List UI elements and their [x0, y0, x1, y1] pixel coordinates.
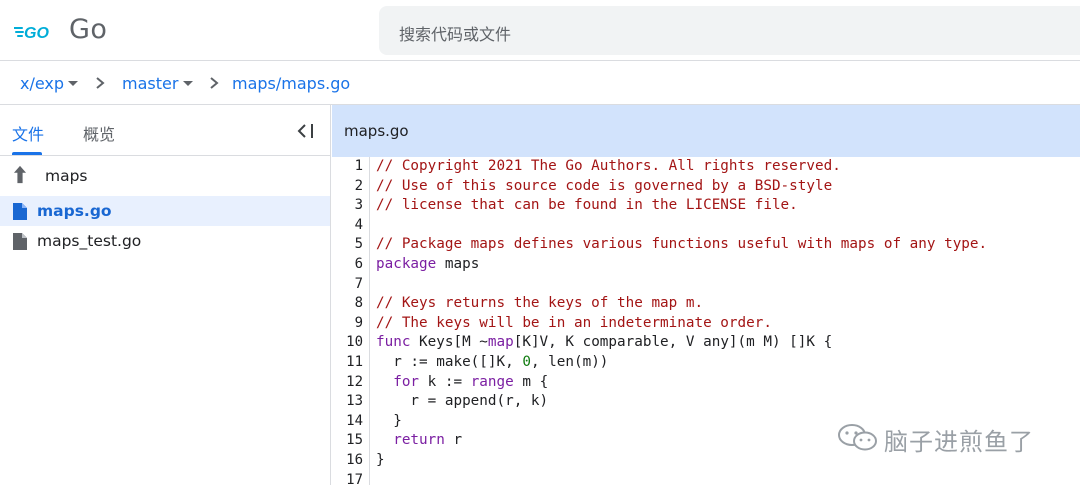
code-line: 8 // Keys returns the keys of the map m.: [332, 294, 1080, 314]
code-file-title: maps.go: [344, 122, 409, 140]
line-number[interactable]: 3: [332, 197, 363, 213]
code-line: 1 // Copyright 2021 The Go Authors. All r…: [332, 157, 1080, 177]
line-number[interactable]: 15: [332, 432, 363, 448]
breadcrumb-repo[interactable]: x/exp: [20, 74, 64, 93]
breadcrumb-branch[interactable]: master: [122, 74, 178, 93]
tree-item-maps-go[interactable]: maps.go: [0, 196, 330, 226]
code-text: r = append(r, k): [376, 393, 549, 410]
line-number[interactable]: 7: [332, 276, 363, 292]
line-number[interactable]: 10: [332, 334, 363, 350]
line-number[interactable]: 8: [332, 295, 363, 311]
tab-overview[interactable]: 概览: [83, 121, 115, 145]
line-number[interactable]: 5: [332, 236, 363, 252]
code-line: 2 // Use of this source code is governed …: [332, 177, 1080, 197]
code-line: 17: [332, 471, 1080, 485]
line-number[interactable]: 1: [332, 158, 363, 174]
top-header: GO Go 搜索代码或文件: [0, 0, 1080, 61]
code-line: 5 // Package maps defines various functio…: [332, 235, 1080, 255]
line-number[interactable]: 2: [332, 178, 363, 194]
file-sidebar: 文件 概览 maps maps.go maps_test.go: [0, 105, 331, 485]
tree-item-parent[interactable]: maps: [0, 161, 330, 191]
sidebar-tabs: 文件 概览: [0, 105, 330, 156]
logo-text: GO: [24, 25, 49, 42]
chevron-right-icon: [96, 77, 105, 89]
code-text: // The keys will be in an indeterminate …: [376, 314, 772, 331]
code-text: for k := range m {: [393, 373, 549, 390]
code-line: 4: [332, 216, 1080, 236]
search-input[interactable]: 搜索代码或文件: [379, 6, 1080, 55]
tree-item-label: maps_test.go: [37, 232, 142, 250]
tree-item-label: maps: [45, 167, 88, 185]
code-text: // Use of this source code is governed b…: [376, 177, 833, 194]
code-text: // Keys returns the keys of the map m.: [376, 295, 704, 312]
code-line: 13 r = append(r, k): [332, 392, 1080, 412]
code-line: 10 func Keys[M ~map[K]V, K comparable, V …: [332, 333, 1080, 353]
line-number[interactable]: 9: [332, 315, 363, 331]
app-title[interactable]: Go: [69, 14, 107, 45]
tab-files[interactable]: 文件: [12, 121, 44, 145]
collapse-sidebar-icon[interactable]: [296, 122, 318, 140]
repo-dropdown-icon[interactable]: [68, 81, 78, 86]
code-line: 11 r := make([]K, 0, len(m)): [332, 353, 1080, 373]
watermark-text: 脑子进煎鱼了: [884, 428, 1034, 456]
line-number[interactable]: 13: [332, 393, 363, 409]
file-icon: [13, 203, 27, 220]
line-number[interactable]: 12: [332, 374, 363, 390]
code-text: }: [376, 412, 402, 429]
wechat-icon: [838, 424, 877, 451]
line-number[interactable]: 4: [332, 217, 363, 233]
up-arrow-icon: [13, 165, 27, 184]
code-line: 12 for k := range m {: [332, 373, 1080, 393]
chevron-right-icon: [210, 77, 219, 89]
code-text: // license that can be found in the LICE…: [376, 197, 798, 214]
line-number[interactable]: 14: [332, 413, 363, 429]
code-text: }: [376, 451, 385, 468]
line-number[interactable]: 17: [332, 472, 363, 485]
go-logo-icon[interactable]: GO: [14, 19, 54, 43]
branch-dropdown-icon[interactable]: [183, 81, 193, 86]
tree-item-maps-test-go[interactable]: maps_test.go: [0, 226, 330, 256]
code-text: return r: [393, 432, 463, 449]
line-number[interactable]: 6: [332, 256, 363, 272]
code-line: 9 // The keys will be in an indeterminate…: [332, 314, 1080, 334]
search-placeholder: 搜索代码或文件: [399, 25, 512, 44]
code-text: r := make([]K, 0, len(m)): [376, 353, 609, 370]
breadcrumb-path[interactable]: maps/maps.go: [232, 74, 350, 93]
code-file-header: maps.go: [332, 105, 1080, 157]
breadcrumb: x/exp master maps/maps.go: [0, 61, 1080, 105]
tree-item-label: maps.go: [37, 202, 112, 220]
line-number[interactable]: 16: [332, 452, 363, 468]
code-line: 3 // license that can be found in the LIC…: [332, 196, 1080, 216]
active-tab-indicator: [12, 152, 42, 155]
code-text: package maps: [376, 255, 480, 272]
file-icon: [13, 233, 27, 250]
code-text: // Package maps defines various function…: [376, 236, 988, 253]
line-number[interactable]: 11: [332, 354, 363, 370]
code-text: // Copyright 2021 The Go Authors. All ri…: [376, 158, 841, 174]
code-line: 7: [332, 275, 1080, 295]
code-text: func Keys[M ~map[K]V, K comparable, V an…: [376, 334, 833, 351]
code-line: 6 package maps: [332, 255, 1080, 275]
